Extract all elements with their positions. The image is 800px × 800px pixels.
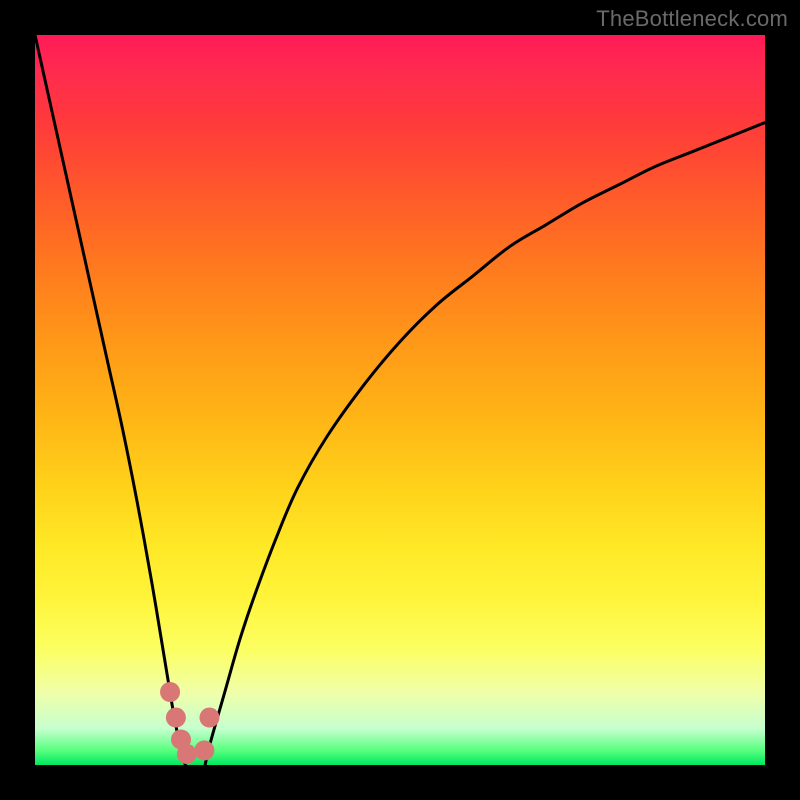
watermark-text: TheBottleneck.com: [596, 6, 788, 32]
plot-area: [35, 35, 765, 765]
bottleneck-curve: [35, 35, 765, 765]
curve-right-branch: [205, 123, 765, 765]
curve-left-branch: [35, 35, 185, 765]
highlight-markers: [160, 682, 219, 764]
highlight-marker: [177, 744, 197, 764]
highlight-marker: [160, 682, 180, 702]
highlight-marker: [194, 740, 214, 760]
highlight-marker: [199, 708, 219, 728]
chart-frame: TheBottleneck.com: [0, 0, 800, 800]
highlight-marker: [166, 708, 186, 728]
